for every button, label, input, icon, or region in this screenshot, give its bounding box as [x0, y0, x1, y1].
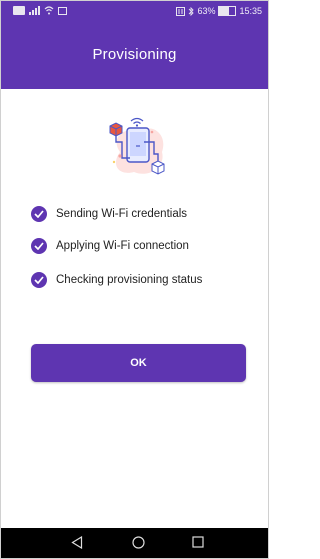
- phone-screen: 63% 15:35 Provisioning Sending Wi-Fi cre…: [0, 0, 269, 559]
- provisioning-illustration: [109, 117, 165, 175]
- step-label: Checking provisioning status: [56, 274, 203, 286]
- status-bar: 63% 15:35: [1, 1, 268, 23]
- status-bar-left: [13, 6, 67, 15]
- status-bar-right: 63% 15:35: [176, 6, 262, 16]
- battery-percent: 63%: [197, 6, 216, 16]
- signal-icon: [29, 6, 40, 15]
- nfc-icon: [176, 6, 186, 16]
- step-label: Sending Wi-Fi credentials: [56, 208, 188, 220]
- wifi-status-icon: [44, 6, 54, 15]
- step-checking-status: Checking provisioning status: [31, 271, 202, 289]
- system-nav-bar: [1, 528, 268, 558]
- ok-button[interactable]: OK: [31, 344, 246, 382]
- step-sending-credentials: Sending Wi-Fi credentials: [31, 205, 187, 223]
- notification-icon: [13, 6, 25, 15]
- step-label: Applying Wi-Fi connection: [56, 240, 189, 252]
- check-circle-icon: [31, 238, 47, 254]
- check-circle-icon: [31, 206, 47, 222]
- recents-square-icon[interactable]: [192, 536, 204, 548]
- status-time: 15:35: [239, 6, 262, 16]
- check-circle-icon: [31, 272, 47, 288]
- bluetooth-icon: [189, 6, 195, 16]
- battery-icon: [218, 6, 237, 16]
- message-icon: [58, 6, 67, 15]
- page-title: Provisioning: [92, 46, 177, 63]
- home-circle-icon[interactable]: [132, 536, 145, 549]
- step-applying-connection: Applying Wi-Fi connection: [31, 237, 189, 255]
- app-bar: Provisioning: [1, 23, 268, 89]
- back-triangle-icon[interactable]: [71, 536, 83, 549]
